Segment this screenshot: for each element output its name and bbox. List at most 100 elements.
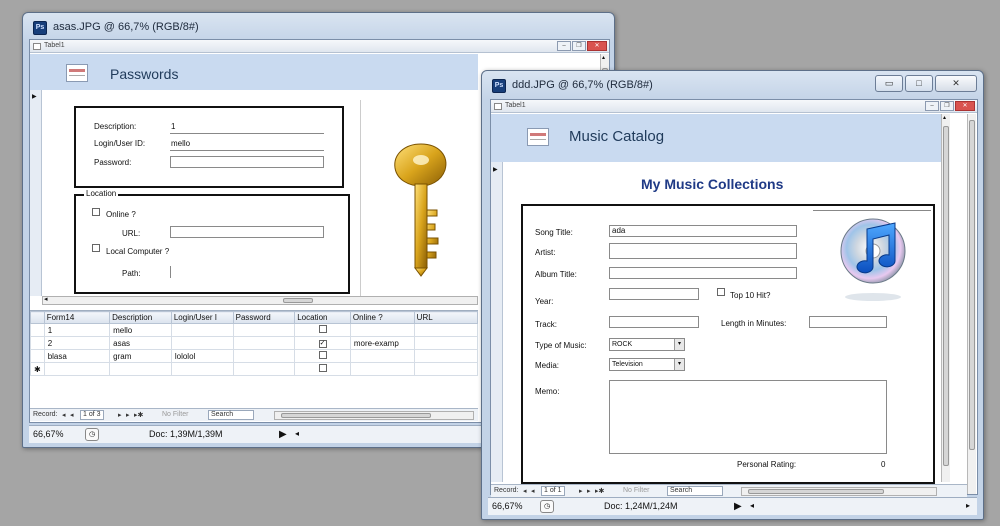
type-of-music-select[interactable]: ROCK ▾ xyxy=(609,338,685,351)
status-info-icon[interactable]: ◷ xyxy=(540,500,554,513)
cell-url[interactable]: more-examp xyxy=(349,336,415,350)
row-selector-header[interactable] xyxy=(30,311,45,324)
search-box[interactable]: Search xyxy=(208,410,254,420)
status-menu-arrow[interactable]: ▶ xyxy=(734,501,742,512)
record-selector[interactable]: ▶ xyxy=(491,162,503,482)
cell-url[interactable] xyxy=(349,349,415,363)
first-record-button[interactable]: ◂ xyxy=(523,487,527,495)
column-header[interactable]: Description xyxy=(109,311,172,324)
scroll-up-arrow[interactable]: ▴ xyxy=(602,54,605,61)
form-hscroll-thumb[interactable] xyxy=(283,298,313,303)
chevron-down-icon[interactable]: ▾ xyxy=(674,339,684,350)
status-scroll-left[interactable]: ◂ xyxy=(750,501,754,510)
filter-indicator[interactable]: No Filter xyxy=(162,411,188,418)
local-computer-checkbox[interactable] xyxy=(92,244,100,252)
scroll-left-arrow[interactable]: ◂ xyxy=(44,295,48,303)
row-selector[interactable] xyxy=(30,323,45,337)
table-row[interactable]: 1 mello xyxy=(30,323,479,337)
datasheet-hscroll-thumb[interactable] xyxy=(281,413,431,418)
cell-password[interactable] xyxy=(170,336,234,350)
new-record-button[interactable]: ▸✱ xyxy=(595,487,604,495)
personal-rating-value[interactable]: 0 xyxy=(881,460,885,469)
cell-url[interactable] xyxy=(349,323,415,337)
document-vscroll[interactable]: ▴ xyxy=(941,114,950,482)
length-field[interactable] xyxy=(809,316,887,328)
next-record-button[interactable]: ▸ xyxy=(118,411,122,419)
new-row-selector[interactable]: ✱ xyxy=(30,362,45,376)
cell-online[interactable] xyxy=(294,323,351,337)
record-position[interactable]: 1 of 1 xyxy=(541,486,565,496)
table-row[interactable]: 2 asas ✓ more-examp xyxy=(30,336,479,350)
search-box[interactable]: Search xyxy=(667,486,723,496)
memo-field[interactable] xyxy=(609,380,887,454)
login-value[interactable]: mello xyxy=(171,139,190,148)
artist-field[interactable] xyxy=(609,243,797,259)
track-field[interactable] xyxy=(609,316,699,328)
column-header[interactable]: Form14 xyxy=(43,311,111,324)
cell-password[interactable]: lololol xyxy=(170,349,234,363)
prev-record-button[interactable]: ◂ xyxy=(70,411,74,419)
cell-description[interactable]: 2 xyxy=(43,336,111,350)
table-row[interactable]: blasa gram lololol xyxy=(30,349,479,363)
restore-button[interactable]: ❐ xyxy=(572,41,586,51)
cell-description[interactable] xyxy=(43,362,111,376)
cell-login[interactable]: asas xyxy=(109,336,172,350)
cell-extra[interactable] xyxy=(413,323,479,337)
online-checkbox[interactable] xyxy=(318,351,327,359)
window-vscroll[interactable] xyxy=(967,114,976,494)
online-checkbox[interactable] xyxy=(92,208,100,216)
password-field[interactable] xyxy=(170,156,324,168)
cell-password[interactable] xyxy=(170,362,234,376)
cell-location[interactable] xyxy=(232,323,296,337)
new-record-button[interactable]: ▸✱ xyxy=(134,411,143,419)
restore-button[interactable]: ❐ xyxy=(940,101,954,111)
cell-extra[interactable] xyxy=(413,349,479,363)
close-button[interactable]: ✕ xyxy=(955,101,975,111)
form-hscroll-thumb[interactable] xyxy=(748,489,884,494)
cell-description[interactable]: blasa xyxy=(43,349,111,363)
first-record-button[interactable]: ◂ xyxy=(62,411,66,419)
status-menu-arrow[interactable]: ▶ xyxy=(279,429,287,440)
minimize-button[interactable]: – xyxy=(925,101,939,111)
cell-login[interactable] xyxy=(109,362,172,376)
row-selector[interactable] xyxy=(30,336,45,350)
column-header[interactable]: URL xyxy=(413,311,479,324)
last-record-button[interactable]: ▸ xyxy=(126,411,130,419)
cell-url[interactable] xyxy=(349,362,415,376)
media-select[interactable]: Television ▾ xyxy=(609,358,685,371)
cell-description[interactable]: 1 xyxy=(43,323,111,337)
zoom-level[interactable]: 66,67% xyxy=(33,429,64,439)
form-hscroll[interactable]: ◂ xyxy=(42,296,478,305)
album-title-field[interactable] xyxy=(609,267,797,279)
column-header[interactable]: Password xyxy=(232,311,296,324)
chevron-down-icon[interactable]: ▾ xyxy=(674,359,684,370)
online-checkbox[interactable] xyxy=(318,364,327,372)
row-selector[interactable] xyxy=(30,349,45,363)
path-field[interactable] xyxy=(170,266,171,278)
close-button[interactable]: ✕ xyxy=(935,75,977,92)
record-selector[interactable]: ▶ xyxy=(30,90,42,296)
status-info-icon[interactable]: ◷ xyxy=(85,428,99,441)
top10-checkbox[interactable] xyxy=(717,288,725,296)
document-tab[interactable]: Tabel1 – ❐ ✕ xyxy=(30,40,609,53)
cell-online[interactable]: ✓ xyxy=(294,336,351,350)
cell-password[interactable] xyxy=(170,323,234,337)
minimize-button[interactable]: – xyxy=(557,41,571,51)
cell-extra[interactable] xyxy=(413,362,479,376)
window-vscroll-thumb[interactable] xyxy=(969,120,975,450)
cell-login[interactable]: mello xyxy=(109,323,172,337)
filter-indicator[interactable]: No Filter xyxy=(623,487,649,494)
cell-online[interactable] xyxy=(294,362,351,376)
next-record-button[interactable]: ▸ xyxy=(579,487,583,495)
document-vscroll-thumb[interactable] xyxy=(943,126,949,466)
passwords-titlebar[interactable]: Ps asas.JPG @ 66,7% (RGB/8#) xyxy=(23,13,614,41)
zoom-level[interactable]: 66,67% xyxy=(492,501,523,511)
music-titlebar[interactable]: Ps ddd.JPG @ 66,7% (RGB/8#) ▭ □ ✕ xyxy=(482,71,983,99)
cell-location[interactable] xyxy=(232,336,296,350)
document-tab[interactable]: Tabel1 – ❐ ✕ xyxy=(491,100,977,113)
song-title-field[interactable]: ada xyxy=(609,225,797,237)
online-checkbox-checked[interactable]: ✓ xyxy=(318,340,327,348)
cell-login[interactable]: gram xyxy=(109,349,172,363)
year-field[interactable] xyxy=(609,288,699,300)
url-field[interactable] xyxy=(170,226,324,238)
